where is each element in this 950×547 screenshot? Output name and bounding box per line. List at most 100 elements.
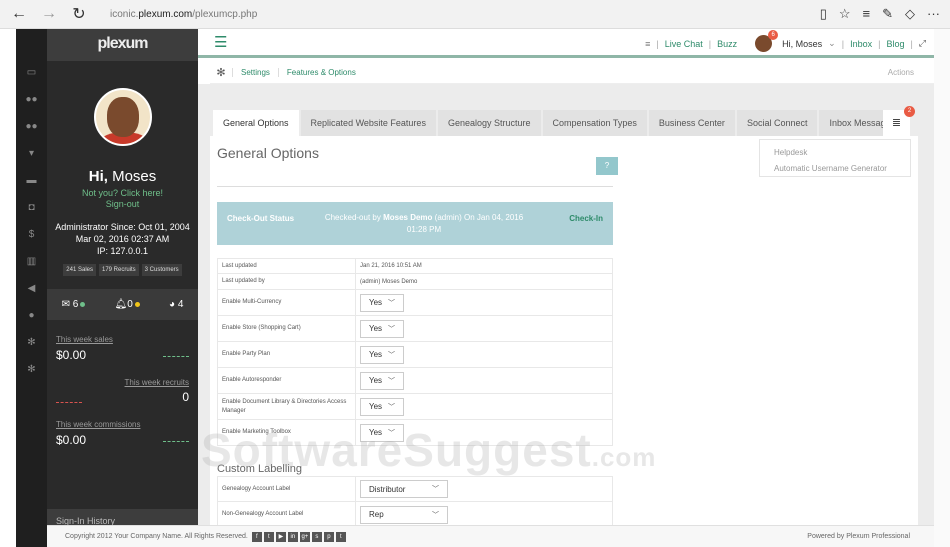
week-recruits: This week recruits 0	[47, 378, 198, 404]
party-plan-select[interactable]: Yes ﹀	[360, 345, 404, 364]
chevron-down-icon: ﹀	[432, 511, 439, 519]
share-icon[interactable]: ◇	[905, 6, 915, 22]
row-value: Yes ﹀	[356, 342, 612, 367]
actions-button[interactable]: Actions	[888, 68, 914, 77]
globe-count: 4	[177, 299, 184, 310]
tab-general-options[interactable]: General Options	[213, 110, 299, 136]
card-icon[interactable]: ▬	[16, 167, 47, 194]
dollar-icon[interactable]: $	[16, 221, 47, 248]
multi-currency-select[interactable]: Yes ﹀	[360, 293, 404, 312]
row-label: Enable Document Library & Directories Ac…	[218, 394, 356, 419]
week-commissions-value: $0.00	[56, 433, 87, 447]
tumblr-icon[interactable]: t	[335, 531, 346, 542]
separator: |	[656, 38, 659, 49]
user-avatar[interactable]: 6	[755, 30, 779, 52]
megaphone-icon[interactable]: ◀	[16, 275, 47, 302]
customers-stat[interactable]: 3 Customers	[141, 264, 182, 276]
favorite-star-icon[interactable]: ☆	[839, 6, 851, 22]
ip-address: IP: 127.0.0.1	[96, 246, 149, 256]
table-row: Genealogy Account Label Distributor ﹀	[217, 476, 613, 502]
row-label: Genealogy Account Label	[218, 477, 356, 501]
watermark: SoftwareSuggest.com	[201, 423, 656, 477]
document-library-select[interactable]: Yes ﹀	[360, 397, 404, 416]
hamburger-menu-icon[interactable]: ☰	[214, 33, 227, 51]
social-links: f t ▶ in g+ s p t	[251, 531, 346, 542]
check-in-button[interactable]: Check-In	[569, 214, 603, 223]
forward-arrow-icon[interactable]: →	[38, 5, 60, 23]
address-bar[interactable]: iconic.plexum.com/plexumcp.php	[110, 9, 257, 20]
select-value: Yes	[369, 350, 383, 359]
gears-icon[interactable]: ✻	[16, 356, 47, 383]
live-chat-link[interactable]: Live Chat	[665, 39, 703, 49]
separator: |	[841, 38, 845, 49]
week-recruits-row: 0	[47, 390, 198, 404]
globe-counter[interactable]: ◕ 4	[169, 299, 183, 310]
chart-icon[interactable]: ▥	[16, 248, 47, 275]
genealogy-label-select[interactable]: Distributor ﹀	[360, 480, 448, 498]
monitor-icon[interactable]: ▭	[16, 59, 47, 86]
breadcrumb-settings[interactable]: Settings	[232, 68, 278, 77]
blog-link[interactable]: Blog	[886, 39, 904, 49]
reading-view-icon[interactable]: ▯	[820, 6, 827, 22]
page-title: General Options	[217, 145, 319, 161]
gear-icon[interactable]: ✻	[16, 329, 47, 356]
facebook-icon[interactable]: f	[251, 531, 262, 542]
google-plus-icon[interactable]: g+	[299, 531, 310, 542]
scrollbar[interactable]	[934, 29, 950, 547]
table-row: Enable Store (Shopping Cart) Yes ﹀	[217, 316, 613, 342]
non-genealogy-label-select[interactable]: Rep ﹀	[360, 505, 448, 524]
store-select[interactable]: Yes ﹀	[360, 319, 404, 338]
help-button[interactable]: ?	[596, 157, 618, 175]
top-links: ≡ | Live Chat | Buzz 6 Hi, Moses ⌄ | Inb…	[645, 29, 926, 58]
web-note-icon[interactable]: ✎	[882, 6, 893, 22]
icon-rail: ▭ ●● ●● ▾ ▬ ◘ $ ▥ ◀ ● ✻ ✻	[16, 29, 47, 547]
admin-since: Administrator Since: Oct 01, 2004	[55, 222, 190, 232]
tab-replicated-website[interactable]: Replicated Website Features	[300, 110, 436, 136]
more-tabs-badge: 2	[904, 106, 915, 117]
youtube-icon[interactable]: ▶	[275, 531, 286, 542]
tab-social-connect[interactable]: Social Connect	[736, 110, 818, 136]
recruits-stat[interactable]: 179 Recruits	[98, 264, 139, 276]
week-commissions-label: This week commissions	[56, 420, 141, 429]
stats-row: 241 Sales 179 Recruits 3 Customers	[47, 264, 198, 276]
alerts-counter[interactable]: 🔔︎0	[115, 299, 140, 310]
chevron-down-icon[interactable]: ⌄	[828, 38, 836, 49]
cart-icon[interactable]: ▾	[16, 140, 47, 167]
select-value: Distributor	[369, 484, 406, 494]
dropdown-username-generator[interactable]: Automatic Username Generator	[774, 161, 896, 177]
settings-gear-icon[interactable]: ✻	[210, 66, 232, 79]
row-value: Yes ﹀	[356, 368, 612, 393]
back-arrow-icon[interactable]: ←	[8, 5, 30, 23]
select-value: Yes	[369, 324, 383, 333]
camera-icon[interactable]: ◘	[16, 194, 47, 221]
avatar-face	[106, 97, 139, 137]
autoresponder-select[interactable]: Yes ﹀	[360, 371, 404, 390]
user-menu[interactable]: Hi, Moses	[782, 39, 822, 49]
expand-icon[interactable]: ⤢	[919, 38, 926, 49]
inbox-link[interactable]: Inbox	[850, 39, 872, 49]
tab-business-center[interactable]: Business Center	[648, 110, 735, 136]
group-icon[interactable]: ●●	[16, 113, 47, 140]
users-icon[interactable]: ●●	[16, 86, 47, 113]
pinterest-icon[interactable]: p	[323, 531, 334, 542]
breadcrumb-features[interactable]: Features & Options	[277, 68, 364, 77]
more-icon[interactable]: ···	[927, 6, 940, 22]
skype-icon[interactable]: s	[311, 531, 322, 542]
list-icon[interactable]: ≡	[645, 39, 650, 49]
dropdown-helpdesk[interactable]: Helpdesk	[774, 145, 896, 161]
sales-stat[interactable]: 241 Sales	[63, 264, 96, 276]
not-you-link[interactable]: Not you? Click here!	[47, 188, 198, 198]
buzz-link[interactable]: Buzz	[717, 39, 737, 49]
tab-genealogy-structure[interactable]: Genealogy Structure	[437, 110, 541, 136]
messages-counter[interactable]: ✉ 6	[62, 299, 86, 310]
twitter-icon[interactable]: t	[263, 531, 274, 542]
tab-compensation-types[interactable]: Compensation Types	[542, 110, 647, 136]
top-header: ☰ ≡ | Live Chat | Buzz 6 Hi, Moses ⌄ | I…	[198, 29, 934, 58]
linkedin-icon[interactable]: in	[287, 531, 298, 542]
hub-icon[interactable]: ≡	[863, 6, 871, 22]
sign-out-link[interactable]: Sign-out	[47, 199, 198, 209]
url-prefix: iconic.	[110, 8, 139, 20]
refresh-icon[interactable]: ↻	[68, 4, 90, 24]
globe-icon[interactable]: ●	[16, 302, 47, 329]
logo[interactable]: plexum	[47, 29, 198, 61]
